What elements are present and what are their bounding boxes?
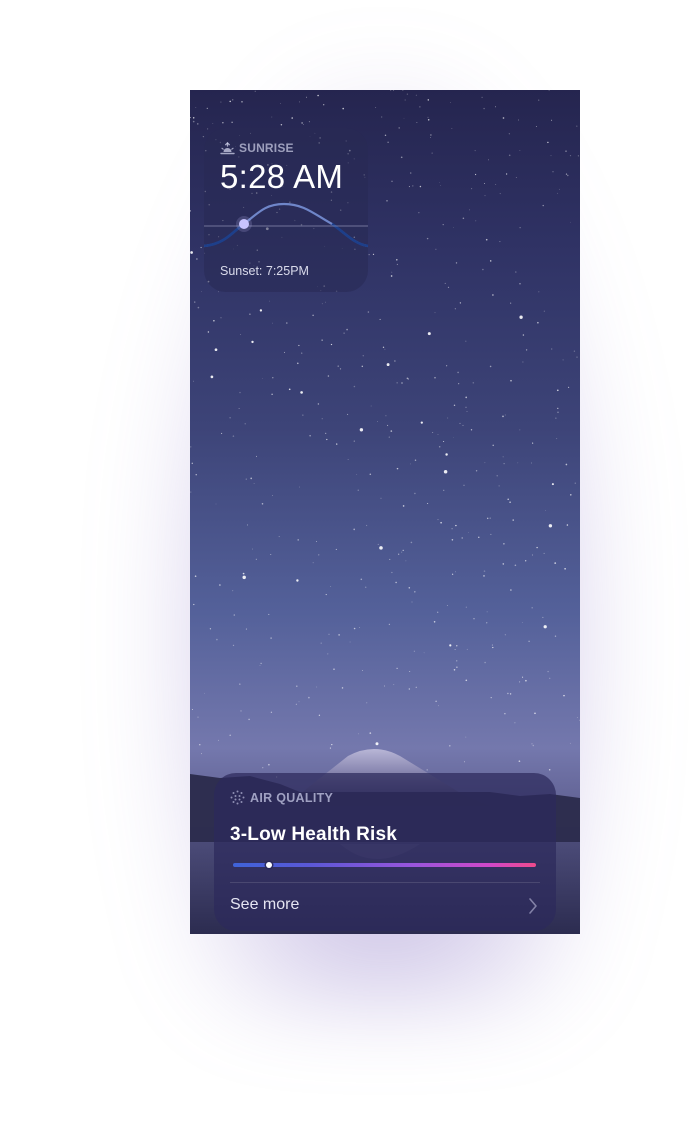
sunrise-header: SUNRISE [220,141,294,155]
sunrise-widget[interactable]: SUNRISE 5:28 AM Sunset: 7:25PM [204,128,368,292]
chevron-right-icon [529,898,537,914]
air-quality-value: 3-Low Health Risk [230,824,398,845]
air-quality-icon [230,790,245,805]
air-quality-widget[interactable]: AIR QUALITY 3-Low Health Risk See more [214,773,556,931]
sunrise-icon [220,141,235,154]
air-quality-indicator [266,862,273,868]
see-more-label: See more [230,896,300,913]
phone-screen: SUNRISE 5:28 AM Sunset: 7:25PM AIR QUALI… [190,90,580,934]
see-more-button[interactable]: See more [214,883,556,931]
sunset-time: Sunset: 7:25PM [220,264,309,278]
air-quality-label: AIR QUALITY [250,790,334,805]
sunrise-label: SUNRISE [239,141,294,155]
air-quality-header: AIR QUALITY [230,790,333,805]
sunrise-time: 5:28 AM [220,158,344,195]
sun-path-graph [204,202,368,248]
air-quality-scale-bar [233,862,536,868]
